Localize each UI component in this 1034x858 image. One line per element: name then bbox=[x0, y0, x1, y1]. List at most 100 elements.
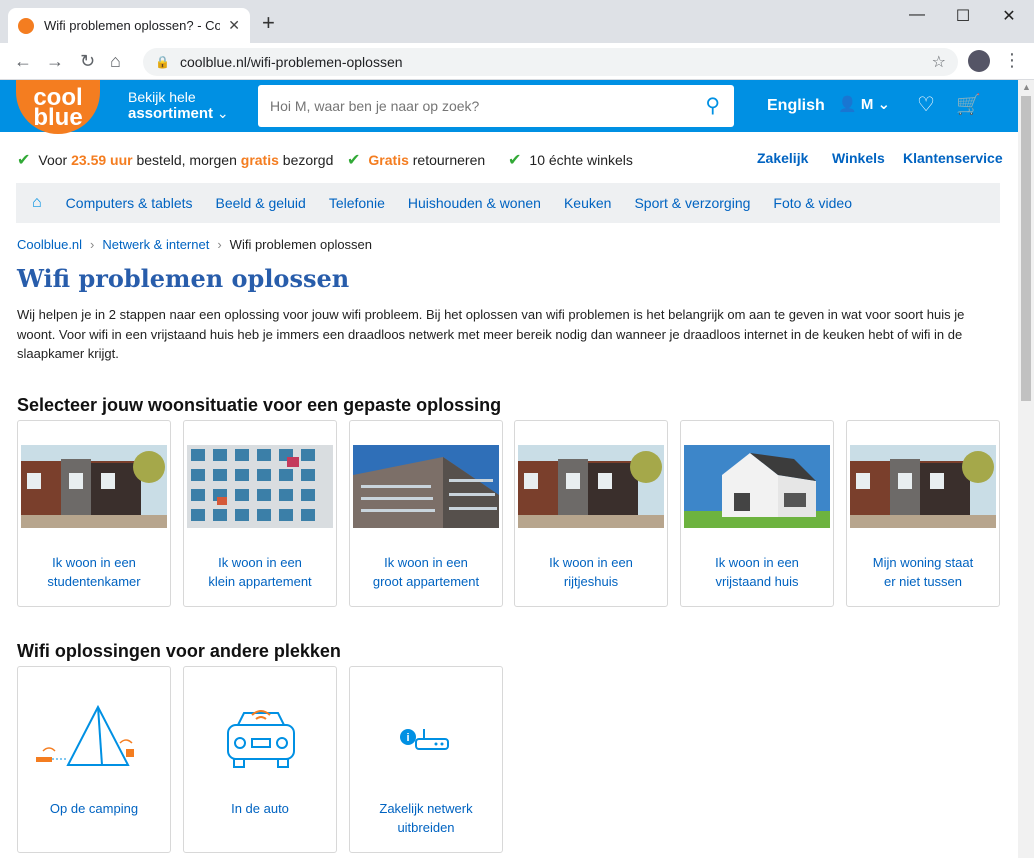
tent-wifi-icon bbox=[36, 704, 134, 766]
page-scrollbar[interactable]: ▲ bbox=[1018, 80, 1034, 858]
category-computers[interactable]: Computers & tablets bbox=[66, 195, 193, 211]
card-klein-appartement[interactable]: Ik woon in een klein appartement bbox=[183, 420, 337, 607]
address-bar[interactable]: 🔒 coolblue.nl/wifi-problemen-oplossen ☆ bbox=[143, 48, 958, 76]
bookmark-star-icon[interactable]: ☆ bbox=[932, 52, 946, 72]
search-box: ⚲ bbox=[258, 85, 734, 127]
car-wifi-icon bbox=[227, 710, 295, 768]
close-tab-icon[interactable]: ✕ bbox=[228, 17, 240, 34]
card-zakelijk-netwerk[interactable]: i Zakelijk netwerk uitbreiden bbox=[349, 666, 503, 853]
chevron-down-icon: ⌄ bbox=[216, 105, 229, 121]
card-groot-appartement[interactable]: Ik woon in een groot appartement bbox=[349, 420, 503, 607]
home-icon[interactable]: ⌂ bbox=[32, 194, 42, 212]
card-label-line1: Op de camping bbox=[49, 801, 139, 816]
search-input[interactable] bbox=[270, 98, 670, 114]
heart-icon[interactable]: ♡ bbox=[917, 93, 935, 117]
usp-delivery: ✔ Voor 23.59 uur besteld, morgen gratis … bbox=[17, 150, 333, 170]
usp-text: Voor bbox=[38, 152, 68, 168]
card-label-line1: In de auto bbox=[231, 801, 289, 816]
check-icon: ✔ bbox=[17, 152, 31, 169]
link-klantenservice[interactable]: Klantenservice bbox=[903, 150, 1003, 166]
close-window-icon[interactable]: ✕ bbox=[999, 6, 1019, 26]
usp-stores: ✔ 10 échte winkels bbox=[508, 150, 633, 170]
card-rijtjeshuis[interactable]: Ik woon in een rijtjeshuis bbox=[514, 420, 668, 607]
card-label-line1: Zakelijk netwerk bbox=[379, 801, 473, 816]
category-huishouden[interactable]: Huishouden & wonen bbox=[408, 195, 541, 211]
category-nav: ⌂ Computers & tablets Beeld & geluid Tel… bbox=[16, 183, 1000, 223]
site-header: cool blue Bekijk hele assortiment ⌄ ⚲ En… bbox=[0, 80, 1018, 134]
coolblue-logo[interactable]: cool blue bbox=[16, 80, 100, 134]
card-label-line1: Ik woon in een bbox=[715, 555, 799, 570]
profile-avatar[interactable] bbox=[968, 50, 990, 72]
lock-icon: 🔒 bbox=[155, 55, 170, 69]
card-label-line1: Ik woon in een bbox=[218, 555, 302, 570]
browser-tab[interactable]: Wifi problemen oplossen? - Coolblue ✕ bbox=[8, 8, 250, 43]
scroll-up-icon[interactable]: ▲ bbox=[1022, 82, 1031, 92]
category-keuken[interactable]: Keuken bbox=[564, 195, 611, 211]
page-title: Wifi problemen oplossen bbox=[17, 264, 350, 293]
card-label-line1: Mijn woning staat bbox=[872, 555, 974, 570]
card-camping[interactable]: Op de camping bbox=[17, 666, 171, 853]
language-link[interactable]: English bbox=[767, 97, 825, 115]
card-niet-tussen[interactable]: Mijn woning staat er niet tussen bbox=[846, 420, 1000, 607]
detached-house-photo bbox=[684, 445, 830, 528]
usp-text: 10 échte winkels bbox=[529, 152, 633, 168]
card-label-line2: rijtjeshuis bbox=[563, 574, 619, 589]
assortment-menu[interactable]: Bekijk hele assortiment ⌄ bbox=[128, 89, 229, 122]
card-label-line1: Ik woon in een bbox=[549, 555, 633, 570]
apartment-balconies-photo bbox=[187, 445, 333, 528]
cart-icon[interactable]: 🛒 bbox=[956, 93, 981, 117]
link-zakelijk[interactable]: Zakelijk bbox=[757, 150, 808, 166]
chevron-right-icon: › bbox=[90, 237, 95, 252]
browser-menu-icon[interactable]: ⋮ bbox=[1003, 50, 1021, 70]
category-foto-video[interactable]: Foto & video bbox=[773, 195, 852, 211]
row-house-photo bbox=[518, 445, 664, 528]
logo-text-bottom: blue bbox=[33, 104, 83, 131]
card-auto[interactable]: In de auto bbox=[183, 666, 337, 853]
card-label-line2: uitbreiden bbox=[397, 820, 455, 835]
router-info-icon: i bbox=[400, 729, 449, 750]
reload-icon[interactable]: ↻ bbox=[80, 51, 95, 71]
scrollbar-thumb[interactable] bbox=[1021, 96, 1031, 401]
back-icon[interactable]: ← bbox=[14, 51, 32, 71]
link-winkels[interactable]: Winkels bbox=[832, 150, 885, 166]
check-icon: ✔ bbox=[508, 152, 522, 169]
row-house-photo bbox=[850, 445, 996, 528]
section-heading-woonsituatie: Selecteer jouw woonsituatie voor een gep… bbox=[17, 395, 502, 415]
user-icon: 👤 bbox=[838, 96, 857, 113]
tab-title: Wifi problemen oplossen? - Coolblue bbox=[44, 18, 221, 33]
usp-highlight: Gratis bbox=[368, 152, 409, 168]
category-beeld-geluid[interactable]: Beeld & geluid bbox=[216, 195, 306, 211]
breadcrumb-netwerk[interactable]: Netwerk & internet bbox=[102, 237, 209, 252]
account-menu[interactable]: 👤 M ⌄ bbox=[838, 93, 890, 117]
card-label-line1: Ik woon in een bbox=[384, 555, 468, 570]
assortment-line1: Bekijk hele bbox=[128, 89, 196, 105]
assortment-line2: assortiment bbox=[128, 105, 214, 122]
card-label-line2: klein appartement bbox=[208, 574, 312, 589]
card-label-line2: vrijstaand huis bbox=[715, 574, 799, 589]
breadcrumb-home[interactable]: Coolblue.nl bbox=[17, 237, 82, 252]
card-label-line2: groot appartement bbox=[372, 574, 480, 589]
minimize-icon[interactable]: — bbox=[907, 6, 927, 24]
check-icon: ✔ bbox=[347, 152, 361, 169]
apartment-building-photo bbox=[353, 445, 499, 528]
usp-text: besteld, morgen bbox=[132, 152, 241, 168]
section-heading-plekken: Wifi oplossingen voor andere plekken bbox=[17, 641, 341, 661]
usp-highlight: gratis bbox=[240, 152, 279, 168]
category-telefonie[interactable]: Telefonie bbox=[329, 195, 385, 211]
row-house-photo bbox=[21, 445, 167, 528]
card-vrijstaand-huis[interactable]: Ik woon in een vrijstaand huis bbox=[680, 420, 834, 607]
web-page: cool blue Bekijk hele assortiment ⌄ ⚲ En… bbox=[0, 80, 1018, 858]
forward-icon[interactable]: → bbox=[46, 51, 64, 71]
new-tab-button[interactable]: + bbox=[262, 12, 275, 34]
chevron-right-icon: › bbox=[217, 237, 222, 252]
url-text: coolblue.nl/wifi-problemen-oplossen bbox=[179, 54, 403, 70]
maximize-icon[interactable]: ☐ bbox=[953, 6, 973, 26]
usp-text: retourneren bbox=[408, 152, 486, 168]
card-studentenkamer[interactable]: Ik woon in een studentenkamer bbox=[17, 420, 171, 607]
category-sport[interactable]: Sport & verzorging bbox=[634, 195, 750, 211]
breadcrumb-current: Wifi problemen oplossen bbox=[229, 237, 373, 252]
search-icon[interactable]: ⚲ bbox=[705, 93, 720, 118]
intro-text: Wij helpen je in 2 stappen naar een oplo… bbox=[17, 307, 965, 361]
home-icon[interactable]: ⌂ bbox=[110, 51, 121, 71]
browser-toolbar: ← → ↻ ⌂ 🔒 coolblue.nl/wifi-problemen-opl… bbox=[0, 43, 1034, 80]
